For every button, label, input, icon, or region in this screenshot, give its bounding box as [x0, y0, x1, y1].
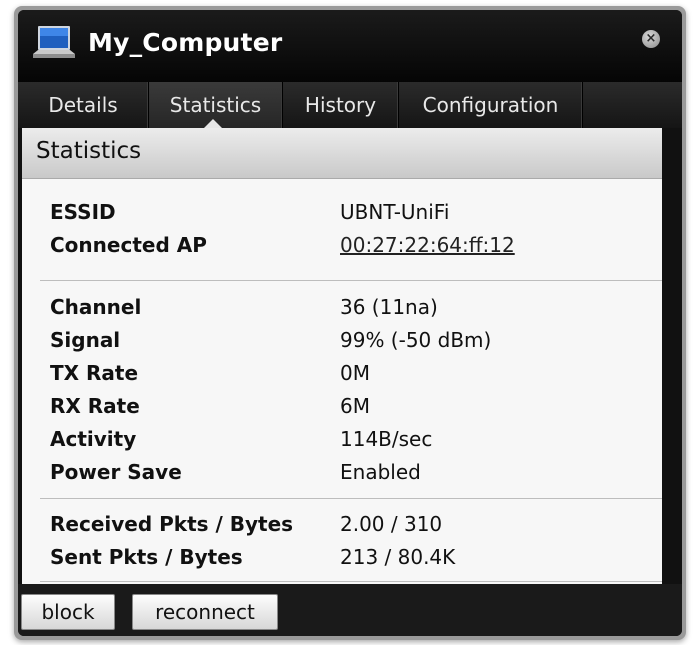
stat-value: UBNT-UniFi [340, 200, 450, 224]
stat-row-activity: Activity 114B/sec [22, 427, 662, 457]
divider [40, 280, 662, 281]
tab-details[interactable]: Details [18, 82, 149, 128]
stat-row-sent: Sent Pkts / Bytes 213 / 80.4K [22, 545, 662, 575]
stat-value: 0M [340, 361, 370, 385]
window-title: My_Computer [88, 28, 283, 57]
divider [40, 581, 662, 582]
stat-label: RX Rate [50, 394, 140, 418]
stat-row-tx-rate: TX Rate 0M [22, 361, 662, 391]
stat-row-connected-ap: Connected AP 00:27:22:64:ff:12 [22, 233, 662, 263]
active-tab-indicator [204, 119, 222, 128]
statistics-panel: Statistics ESSID UBNT-UniFi Connected AP… [22, 128, 662, 584]
stat-value: 6M [340, 394, 370, 418]
reconnect-button[interactable]: reconnect [132, 594, 278, 630]
stat-label: Power Save [50, 460, 182, 484]
stat-row-signal: Signal 99% (-50 dBm) [22, 328, 662, 358]
stat-label: Channel [50, 295, 142, 319]
stat-row-power-save: Power Save Enabled [22, 460, 662, 490]
stat-value: 114B/sec [340, 427, 433, 451]
close-icon[interactable]: × [642, 30, 660, 48]
stat-value: 36 (11na) [340, 295, 438, 319]
section-header: Statistics [22, 128, 662, 179]
stat-row-rx-rate: RX Rate 6M [22, 394, 662, 424]
stat-label: ESSID [50, 200, 116, 224]
stat-value: 2.00 / 310 [340, 512, 443, 536]
action-bar: block reconnect [18, 584, 682, 636]
stat-value: 99% (-50 dBm) [340, 328, 492, 352]
stat-row-channel: Channel 36 (11na) [22, 295, 662, 325]
stat-value: 213 / 80.4K [340, 545, 456, 569]
section-title: Statistics [36, 138, 142, 164]
stat-label: Activity [50, 427, 137, 451]
stat-label: Sent Pkts / Bytes [50, 545, 243, 569]
client-detail-window: My_Computer × Details Statistics History… [18, 10, 682, 636]
connected-ap-link[interactable]: 00:27:22:64:ff:12 [340, 233, 515, 257]
stat-row-essid: ESSID UBNT-UniFi [22, 200, 662, 230]
tab-bar: Details Statistics History Configuration [18, 82, 682, 128]
title-bar: My_Computer × [18, 10, 682, 82]
stat-label: Signal [50, 328, 121, 352]
stat-label: Connected AP [50, 233, 207, 257]
laptop-icon [33, 26, 75, 58]
stat-row-received: Received Pkts / Bytes 2.00 / 310 [22, 512, 662, 542]
stat-label: TX Rate [50, 361, 139, 385]
tab-history[interactable]: History [283, 82, 399, 128]
tab-configuration[interactable]: Configuration [399, 82, 583, 128]
divider [40, 498, 662, 499]
block-button[interactable]: block [21, 594, 115, 630]
stat-label: Received Pkts / Bytes [50, 512, 294, 536]
stat-value: Enabled [340, 460, 421, 484]
